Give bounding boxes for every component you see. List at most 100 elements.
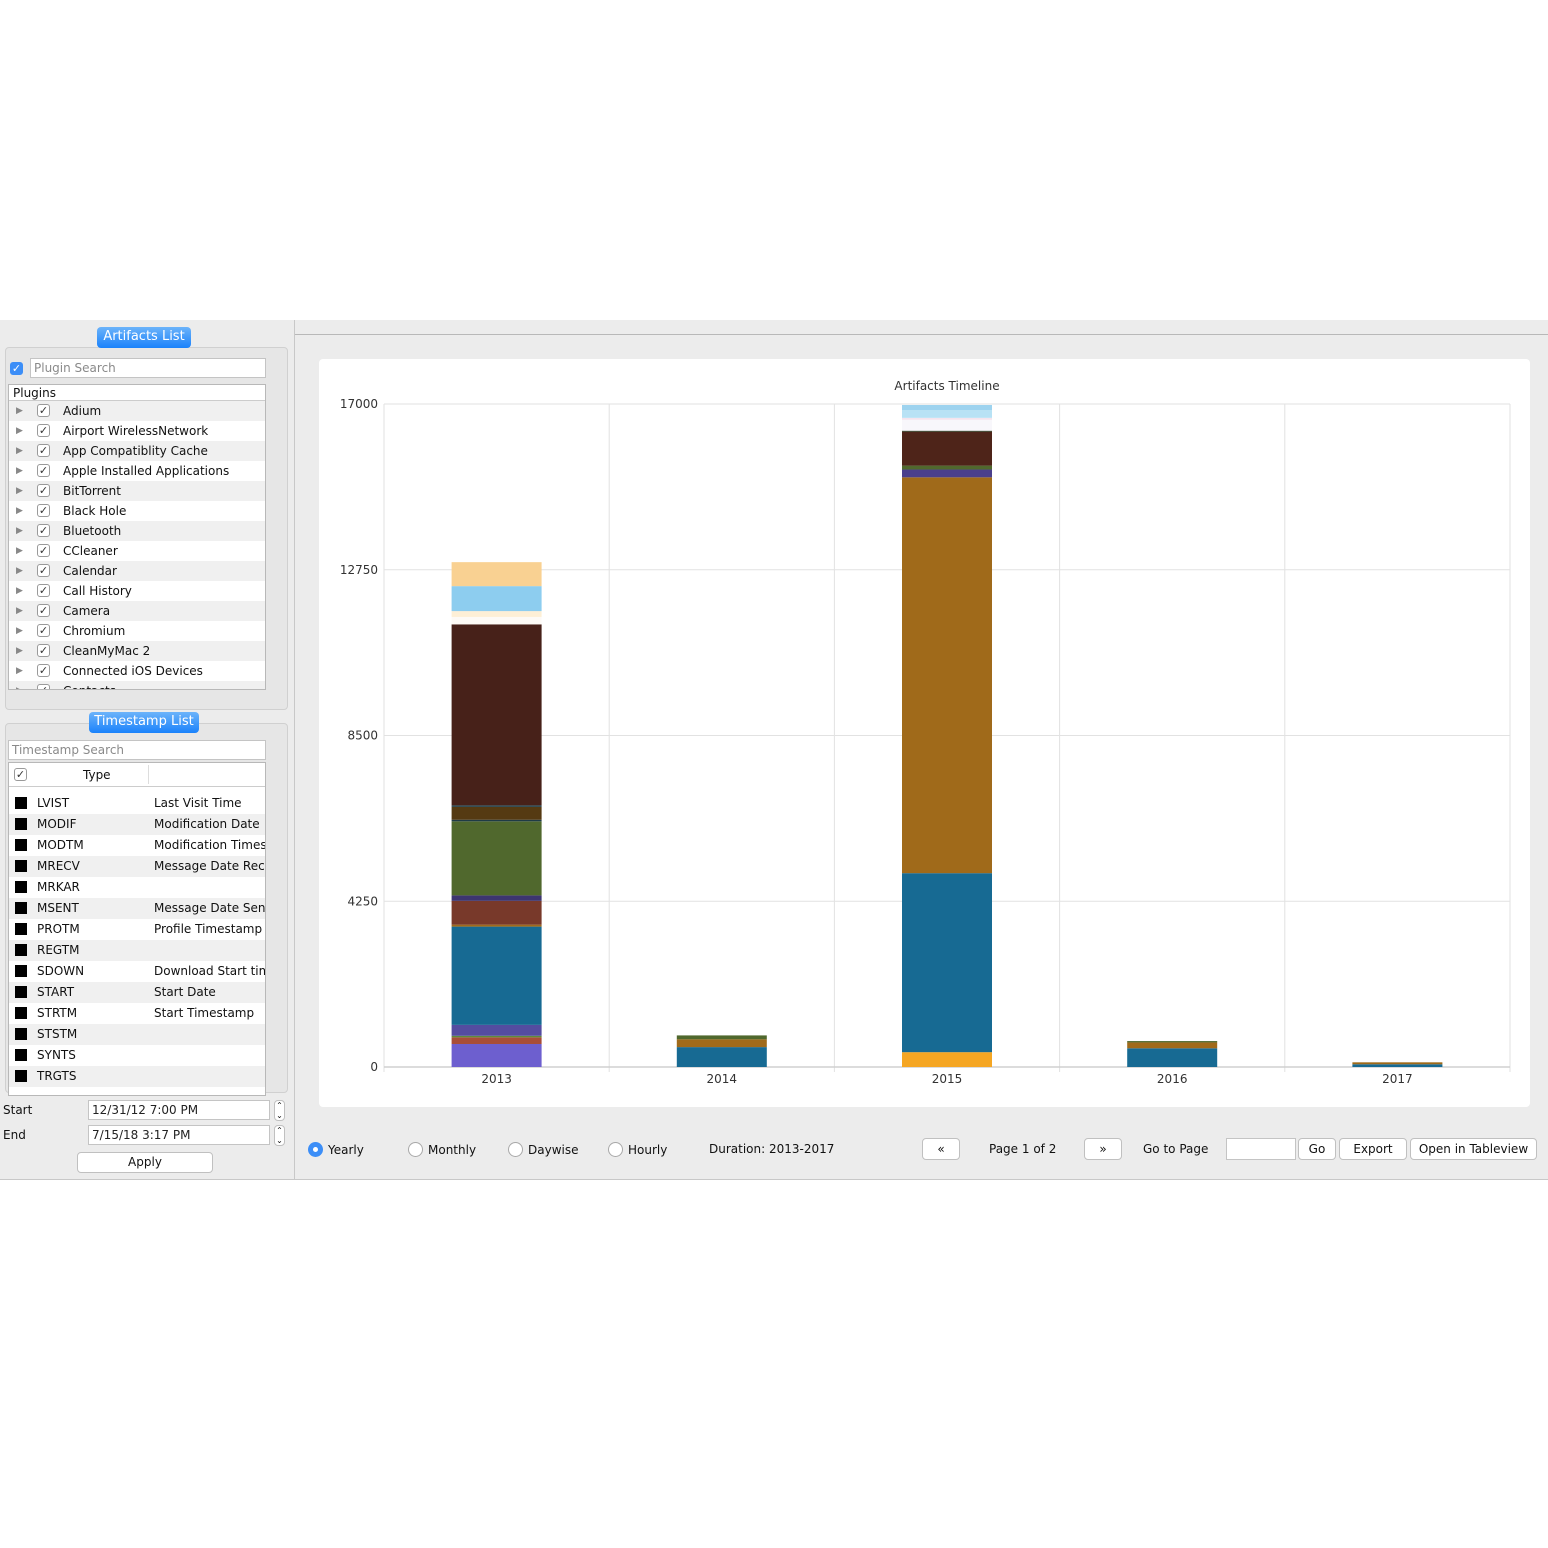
timestamp-row[interactable]: START Start Date [9,982,265,1003]
plugin-row[interactable]: ▶ ✓ Bluetooth [9,521,265,541]
next-page-button[interactable]: » [1084,1138,1122,1160]
timestamp-row[interactable]: SDOWN Download Start tim [9,961,265,982]
plugin-name: App Compatiblity Cache [63,444,208,458]
expand-arrow-icon[interactable]: ▶ [16,641,23,661]
timestamp-table[interactable]: ✓ Type LVIST Last Visit Time MODIF Modif… [8,762,266,1096]
open-in-tableview-button[interactable]: Open in Tableview [1410,1138,1537,1160]
radio-monthly[interactable] [408,1142,423,1157]
timestamp-color-swatch[interactable] [15,839,27,851]
select-all-plugins-checkbox[interactable]: ✓ [10,362,23,375]
plugin-checkbox[interactable]: ✓ [37,604,50,617]
expand-arrow-icon[interactable]: ▶ [16,521,23,541]
plugin-checkbox[interactable]: ✓ [37,624,50,637]
plugin-name: Bluetooth [63,524,122,538]
plugin-checkbox[interactable]: ✓ [37,504,50,517]
expand-arrow-icon[interactable]: ▶ [16,581,23,601]
timestamp-color-swatch[interactable] [15,944,27,956]
radio-daywise[interactable] [508,1142,523,1157]
expand-arrow-icon[interactable]: ▶ [16,401,23,421]
timestamp-row[interactable]: MSENT Message Date Sent [9,898,265,919]
timestamp-color-swatch[interactable] [15,923,27,935]
expand-arrow-icon[interactable]: ▶ [16,501,23,521]
plugin-checkbox[interactable]: ✓ [37,484,50,497]
plugin-checkbox[interactable]: ✓ [37,664,50,677]
timestamp-color-swatch[interactable] [15,797,27,809]
plugin-row[interactable]: ▶ ✓ Adium [9,401,265,421]
timestamp-list-tab[interactable]: Timestamp List [89,712,199,733]
export-button[interactable]: Export [1339,1138,1407,1160]
plugin-checkbox[interactable]: ✓ [37,444,50,457]
plugin-row[interactable]: ▶ ✓ Black Hole [9,501,265,521]
timestamp-row[interactable]: MRKAR [9,877,265,898]
plugin-row[interactable]: ▶ ✓ Chromium [9,621,265,641]
timestamp-row[interactable]: MODIF Modification Date [9,814,265,835]
plugin-row[interactable]: ▶ ✓ Apple Installed Applications [9,461,265,481]
apply-button[interactable]: Apply [77,1152,213,1173]
expand-arrow-icon[interactable]: ▶ [16,621,23,641]
plugin-row[interactable]: ▶ ✓ CCleaner [9,541,265,561]
plugin-checkbox[interactable]: ✓ [37,544,50,557]
plugin-row[interactable]: ▶ ✓ App Compatiblity Cache [9,441,265,461]
plugin-checkbox[interactable]: ✓ [37,404,50,417]
radio-hourly[interactable] [608,1142,623,1157]
plugin-row[interactable]: ▶ ✓ Connected iOS Devices [9,661,265,681]
plugin-row[interactable]: ▶ ✓ Camera [9,601,265,621]
plugins-list[interactable]: Plugins ▶ ✓ Adium ▶ ✓ Airport WirelessNet… [8,384,266,690]
timestamp-color-swatch[interactable] [15,1070,27,1082]
plugin-row[interactable]: ▶ ✓ CleanMyMac 2 [9,641,265,661]
timestamp-row[interactable]: MRECV Message Date Rece [9,856,265,877]
plugin-checkbox[interactable]: ✓ [37,564,50,577]
expand-arrow-icon[interactable]: ▶ [16,481,23,501]
timestamp-color-swatch[interactable] [15,1007,27,1019]
prev-page-button[interactable]: « [922,1138,960,1160]
page-number-input[interactable] [1226,1138,1296,1160]
expand-arrow-icon[interactable]: ▶ [16,541,23,561]
timestamp-color-swatch[interactable] [15,965,27,977]
plugin-search-input[interactable]: Plugin Search [30,358,266,378]
start-date-input[interactable]: 12/31/12 7:00 PM [88,1100,270,1120]
timestamp-color-swatch[interactable] [15,1028,27,1040]
select-all-timestamps-checkbox[interactable]: ✓ [14,768,27,781]
timestamp-row[interactable]: MODTM Modification Times [9,835,265,856]
expand-arrow-icon[interactable]: ▶ [16,421,23,441]
timestamp-color-swatch[interactable] [15,1049,27,1061]
expand-arrow-icon[interactable]: ▶ [16,441,23,461]
timestamp-row[interactable]: STSTM [9,1024,265,1045]
plugin-row[interactable]: ▶ ✓ Contacts [9,681,265,689]
artifacts-list-tab[interactable]: Artifacts List [97,327,191,348]
expand-arrow-icon[interactable]: ▶ [16,461,23,481]
timestamp-color-swatch[interactable] [15,818,27,830]
timestamp-row[interactable]: SYNTS [9,1045,265,1066]
timestamp-row[interactable]: REGTM [9,940,265,961]
timestamp-search-input[interactable]: Timestamp Search [8,740,266,760]
plugin-row[interactable]: ▶ ✓ Call History [9,581,265,601]
plugin-row[interactable]: ▶ ✓ Calendar [9,561,265,581]
plugin-row[interactable]: ▶ ✓ BitTorrent [9,481,265,501]
timestamp-row[interactable]: STRTM Start Timestamp [9,1003,265,1024]
timestamp-color-swatch[interactable] [15,902,27,914]
expand-arrow-icon[interactable]: ▶ [16,681,23,689]
end-date-input[interactable]: 7/15/18 3:17 PM [88,1125,270,1145]
plugin-checkbox[interactable]: ✓ [37,524,50,537]
timestamp-color-swatch[interactable] [15,881,27,893]
timestamp-row[interactable]: PROTM Profile Timestamp [9,919,265,940]
start-stepper[interactable]: ⌃ ⌄ [274,1100,285,1121]
timestamp-row[interactable]: TRGTS [9,1066,265,1087]
plugin-checkbox[interactable]: ✓ [37,424,50,437]
expand-arrow-icon[interactable]: ▶ [16,601,23,621]
radio-yearly[interactable] [308,1142,323,1157]
plugin-row[interactable]: ▶ ✓ Airport WirelessNetwork [9,421,265,441]
plugin-name: Chromium [63,624,126,638]
expand-arrow-icon[interactable]: ▶ [16,661,23,681]
expand-arrow-icon[interactable]: ▶ [16,561,23,581]
end-stepper[interactable]: ⌃ ⌄ [274,1125,285,1146]
plugin-checkbox[interactable]: ✓ [37,684,50,689]
timestamp-row[interactable]: LVIST Last Visit Time [9,793,265,814]
timestamp-color-swatch[interactable] [15,986,27,998]
timestamp-description: Message Date Rece [154,859,266,873]
timestamp-color-swatch[interactable] [15,860,27,872]
go-button[interactable]: Go [1298,1138,1336,1160]
plugin-checkbox[interactable]: ✓ [37,644,50,657]
plugin-checkbox[interactable]: ✓ [37,584,50,597]
plugin-checkbox[interactable]: ✓ [37,464,50,477]
